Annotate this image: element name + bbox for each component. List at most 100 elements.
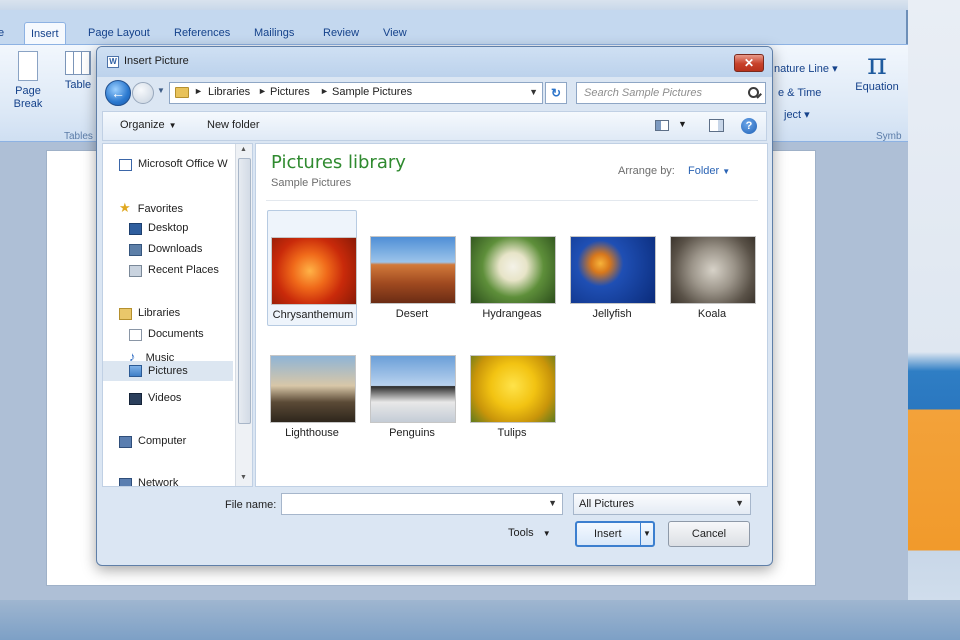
breadcrumb-libraries[interactable]: Libraries — [208, 86, 250, 98]
downloads-icon — [129, 244, 142, 256]
tab-mailings[interactable]: Mailings — [248, 22, 300, 44]
scrollbar-thumb[interactable] — [238, 158, 251, 424]
forward-button[interactable] — [132, 82, 154, 104]
scroll-up-icon[interactable]: ▲ — [240, 146, 247, 153]
chevron-right-icon: ► — [320, 86, 329, 96]
object-label: ject — [784, 109, 802, 121]
picture-item-hydrangeas[interactable]: Hydrangeas — [467, 210, 557, 326]
file-type-select[interactable]: All Pictures ▼ — [573, 493, 751, 515]
picture-item-koala[interactable]: Koala — [667, 210, 757, 326]
navigation-bar: ← ▼ ► Libraries ► Pictures ► Sample Pict… — [97, 77, 772, 111]
nav-item-documents[interactable]: Documents — [129, 328, 204, 341]
dialog-titlebar[interactable]: W Insert Picture ✕ — [97, 47, 772, 77]
help-icon[interactable]: ? — [741, 118, 757, 134]
word-title-strip — [0, 0, 960, 10]
signature-line-button[interactable]: nature Line ▾ — [774, 63, 838, 76]
nav-label: Libraries — [138, 307, 181, 319]
library-subtitle: Sample Pictures — [271, 177, 352, 189]
breadcrumb-sample-pictures[interactable]: Sample Pictures — [332, 86, 412, 98]
nav-label: Recent Places — [148, 264, 219, 276]
picture-item-penguins[interactable]: Penguins — [367, 329, 457, 445]
library-title: Pictures library — [271, 152, 406, 173]
nav-item-recent-places[interactable]: Recent Places — [129, 264, 219, 277]
tab-home-partial[interactable]: e — [0, 22, 10, 44]
picture-label: Koala — [697, 308, 727, 320]
scroll-down-icon[interactable]: ▼ — [240, 474, 247, 481]
nav-item-libraries[interactable]: Libraries — [119, 307, 181, 320]
picture-label: Desert — [395, 308, 429, 320]
dialog-title: Insert Picture — [124, 55, 189, 67]
chevron-down-icon: ▼ — [722, 167, 731, 176]
divider — [266, 200, 758, 201]
close-button[interactable]: ✕ — [734, 54, 764, 72]
table-button[interactable]: Table — [60, 51, 96, 92]
view-dropdown-icon[interactable]: ▼ — [678, 119, 687, 129]
tools-label: Tools — [508, 527, 534, 539]
back-button[interactable]: ← — [105, 80, 131, 106]
picture-label: Chrysanthemum — [272, 309, 354, 321]
recent-pages-dropdown[interactable]: ▼ — [157, 86, 165, 95]
arrange-by-value: Folder — [688, 165, 720, 177]
new-folder-button[interactable]: New folder — [207, 119, 260, 131]
nav-scrollbar[interactable]: ▲ ▼ — [235, 144, 252, 486]
signature-line-label: nature Line — [774, 63, 830, 75]
nav-item-favorites[interactable]: ★ Favorites — [119, 200, 183, 216]
nav-item-pictures[interactable]: Pictures — [103, 361, 233, 381]
file-list: Pictures library Sample Pictures Arrange… — [255, 143, 768, 487]
pictures-icon — [129, 365, 142, 377]
breadcrumb-pictures[interactable]: Pictures — [270, 86, 310, 98]
chrysanthemum-thumbnail — [271, 237, 357, 305]
star-icon: ★ — [119, 200, 131, 215]
insert-label: Insert — [594, 528, 622, 540]
file-name-dropdown-icon[interactable]: ▼ — [548, 498, 557, 508]
close-icon: ✕ — [743, 56, 755, 70]
picture-item-tulips[interactable]: Tulips — [467, 329, 557, 445]
nav-item-downloads[interactable]: Downloads — [129, 243, 203, 256]
object-button[interactable]: ject ▾ — [784, 109, 810, 122]
tables-group-label: Tables — [64, 131, 93, 142]
penguins-thumbnail — [370, 355, 456, 423]
tools-button[interactable]: Tools ▼ — [508, 527, 551, 539]
address-bar[interactable]: ► Libraries ► Pictures ► Sample Pictures… — [169, 82, 543, 104]
nav-item-microsoft-office-word[interactable]: Microsoft Office W — [119, 158, 228, 171]
tab-insert[interactable]: Insert — [24, 22, 66, 44]
computer-icon — [119, 436, 132, 448]
nav-item-network[interactable]: Network — [119, 477, 178, 486]
picture-label: Penguins — [389, 427, 435, 439]
file-type-value: All Pictures — [579, 498, 635, 510]
picture-item-desert[interactable]: Desert — [367, 210, 457, 326]
refresh-button[interactable]: ↻ — [545, 82, 567, 104]
back-arrow-icon: ← — [111, 85, 125, 101]
insert-dropdown-icon[interactable]: ▼ — [640, 523, 653, 545]
organize-button[interactable]: Organize ▼ — [120, 119, 177, 131]
equation-button[interactable]: π Equation — [852, 49, 902, 94]
picture-item-chrysanthemum[interactable]: Chrysanthemum — [267, 210, 357, 326]
nav-label: Downloads — [148, 243, 203, 255]
file-name-field[interactable]: ▼ — [281, 493, 563, 515]
change-view-icon[interactable] — [655, 120, 669, 131]
search-input[interactable]: Search Sample Pictures — [576, 82, 766, 104]
nav-item-computer[interactable]: Computer — [119, 435, 186, 448]
preview-pane-icon[interactable] — [709, 119, 724, 132]
nav-item-desktop[interactable]: Desktop — [129, 222, 189, 235]
page-break-button[interactable]: Page Break — [8, 51, 48, 111]
arrange-by-dropdown[interactable]: Folder ▼ — [688, 165, 730, 177]
tab-page-layout[interactable]: Page Layout — [82, 22, 156, 44]
picture-item-lighthouse[interactable]: Lighthouse — [267, 329, 357, 445]
dialog-footer: File name: ▼ All Pictures ▼ Tools ▼ Inse… — [97, 487, 772, 565]
date-time-button[interactable]: e & Time — [778, 87, 821, 100]
ribbon-tabs: e Insert Page Layout References Mailings… — [0, 22, 908, 46]
picture-item-jellyfish[interactable]: Jellyfish — [567, 210, 657, 326]
tab-view[interactable]: View — [377, 22, 413, 44]
cancel-button[interactable]: Cancel — [668, 521, 750, 547]
libraries-icon — [119, 308, 132, 320]
nav-label: Desktop — [148, 222, 189, 234]
refresh-icon: ↻ — [550, 86, 562, 100]
nav-item-videos[interactable]: Videos — [129, 392, 181, 405]
tab-references[interactable]: References — [168, 22, 236, 44]
address-dropdown-icon[interactable]: ▼ — [529, 87, 538, 97]
insert-button[interactable]: Insert ▼ — [575, 521, 655, 547]
hydrangeas-thumbnail — [470, 236, 556, 304]
tab-review[interactable]: Review — [317, 22, 365, 44]
jellyfish-thumbnail — [570, 236, 656, 304]
